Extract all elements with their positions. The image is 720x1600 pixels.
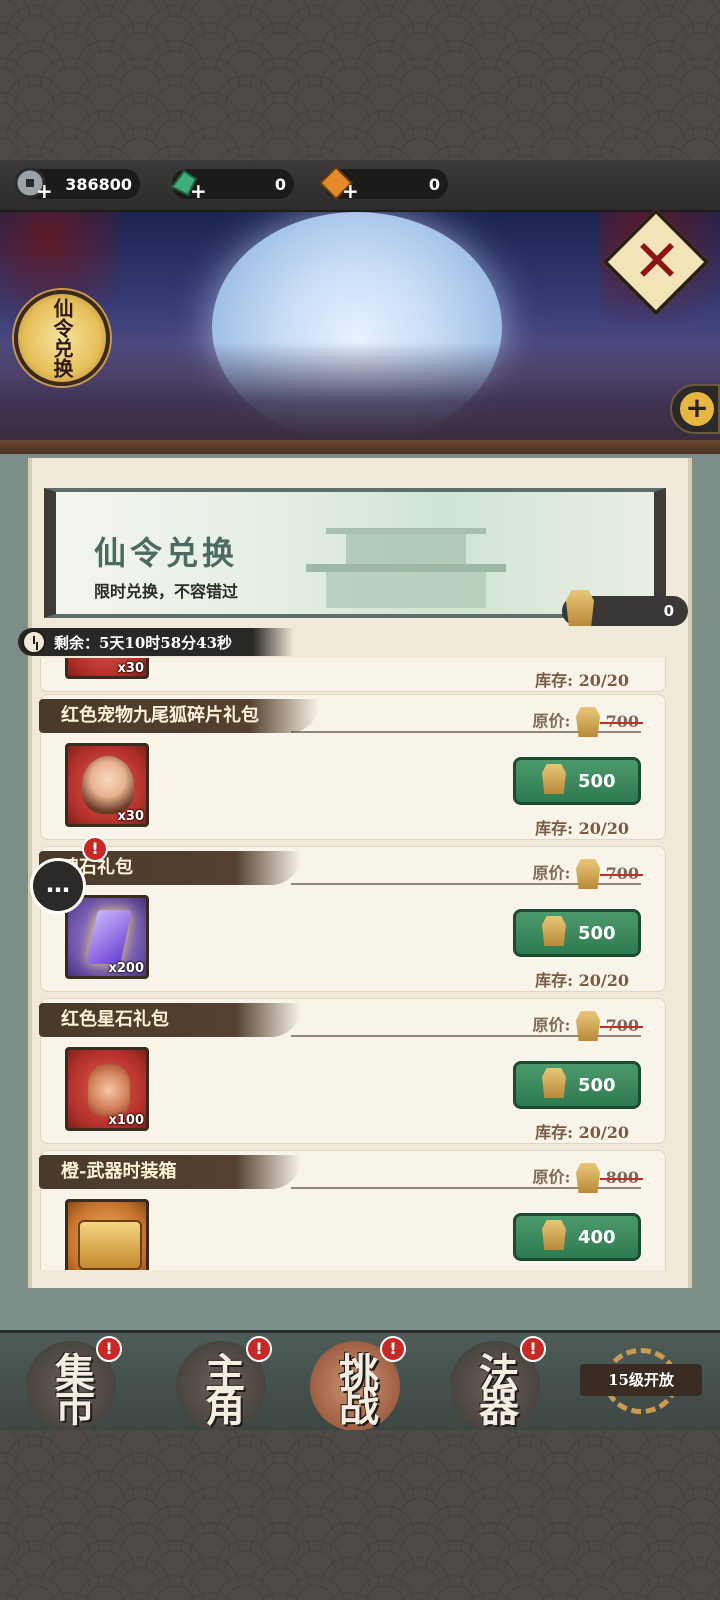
token-icon [576,1011,601,1041]
list-item: 红色星石礼包 原价: 700 x100 500 库存: 20/20 [39,998,666,1144]
coin-value: 386800 [65,175,132,194]
token-icon [576,707,601,737]
list-item: 魂石礼包 原价: 700 x200 500 库存: 20/20 [39,846,666,992]
nav-hero-label: 主角 [198,1352,245,1420]
currency-bar: + 386800 + 0 + 0 [0,160,720,212]
token-icon [576,859,601,889]
item-quantity: x30 [117,661,144,676]
token-icon [576,1163,601,1193]
buy-price: 500 [578,771,616,792]
add-ticket-icon[interactable]: + [342,181,359,201]
token-icon [566,590,594,626]
original-price-label: 原价: [532,863,571,883]
nav-market-label: 集市 [48,1352,95,1420]
currency-jade[interactable]: + 0 [170,169,294,201]
item-stock: 库存: 20/20 [535,819,629,838]
pagoda-illustration [296,498,516,608]
bottom-pattern-frame [0,1430,720,1600]
nav-hero-alert-badge: ! [246,1336,272,1362]
item-title: 红色宠物九尾狐碎片礼包 [39,699,319,733]
list-item: x30 库存: 20/20 [40,658,666,692]
item-stock: 库存: 20/20 [535,1123,629,1142]
banner-border [0,440,720,454]
timer-text: 剩余：5天10时58分43秒 [54,634,233,652]
buy-button[interactable]: 500 [513,1061,641,1109]
add-coin-icon[interactable]: + [36,181,53,201]
buy-price: 500 [578,1075,616,1096]
token-icon [542,764,566,794]
token-icon [542,916,566,946]
weapon-skin-chest-art [78,1220,142,1270]
token-balance: 0 [562,590,688,626]
side-add-button[interactable]: + [670,384,720,434]
plus-icon: + [680,392,714,426]
banner-subtitle: 限时兑换，不容错过 [94,582,239,601]
emblem-label: 仙令兑换 [50,298,74,378]
locked-feature[interactable]: 15级开放 [580,1346,720,1416]
chat-icon: … [46,870,70,898]
ticket-value: 0 [428,175,440,194]
original-price: 原价: 700 [533,1011,639,1041]
nav-artifact-alert-badge: ! [520,1336,546,1362]
top-pattern-frame [0,0,720,165]
item-stock: 库存: 20/20 [535,671,629,690]
nav-market-alert-badge: ! [96,1336,122,1362]
original-price-value: 700 [605,711,639,731]
original-price: 原价: 700 [533,859,639,889]
star-stone-art [88,1064,130,1116]
original-price-value: 800 [605,1167,639,1187]
item-stock: 库存: 20/20 [535,971,629,990]
list-item: 红色宠物九尾狐碎片礼包 原价: 700 x30 500 库存: 20/20 [39,694,666,840]
buy-button[interactable]: 500 [513,909,641,957]
soul-stone-art [86,910,132,964]
chat-alert-badge: ! [82,836,108,862]
clock-icon [22,630,46,654]
banner-title: 仙令兑换 [94,534,239,572]
close-icon[interactable]: ✕ [622,226,692,296]
item-thumbnail[interactable]: x30 [65,743,149,827]
add-jade-icon[interactable]: + [190,181,207,201]
nav-artifact-label: 法器 [472,1352,519,1420]
buy-button[interactable]: 400 [513,1213,641,1261]
nav-challenge-label: 挑战 [332,1352,379,1420]
item-quantity: x100 [108,1113,144,1128]
token-icon [542,1068,566,1098]
buy-price: 400 [578,1227,616,1248]
nav-challenge-alert-badge: ! [380,1336,406,1362]
jade-value: 0 [274,175,286,194]
item-quantity: x200 [108,961,144,976]
buy-button[interactable]: 500 [513,757,641,805]
item-thumbnail[interactable]: x30 [65,658,149,679]
item-thumbnail[interactable]: x200 [65,895,149,979]
mountain-silhouette [0,342,720,442]
token-icon [542,1220,566,1250]
chat-button[interactable]: … [30,858,86,914]
item-title: 红色星石礼包 [39,1003,301,1037]
currency-coin[interactable]: + 386800 [14,167,140,201]
item-thumbnail[interactable]: x100 [65,1047,149,1131]
locked-feature-label: 15级开放 [580,1364,702,1396]
list-item: 橙-武器时装箱 原价: 800 400 [39,1150,666,1270]
countdown-timer: 剩余：5天10时58分43秒 [18,628,294,656]
original-price-value: 700 [605,863,639,883]
original-price-value: 700 [605,1015,639,1035]
item-thumbnail[interactable] [65,1199,149,1270]
buy-price: 500 [578,923,616,944]
item-title: 橙-武器时装箱 [39,1155,301,1189]
original-price-label: 原价: [532,711,571,731]
original-price: 原价: 800 [533,1163,639,1193]
original-price-label: 原价: [532,1167,571,1187]
exchange-emblem: 仙令兑换 [14,290,110,386]
nine-tail-fox-portrait [82,756,134,814]
item-quantity: x30 [117,809,144,824]
token-balance-value: 0 [663,602,674,620]
currency-ticket[interactable]: + 0 [319,166,448,201]
original-price: 原价: 700 [533,707,639,737]
item-list[interactable]: x30 库存: 20/20 红色宠物九尾狐碎片礼包 原价: 700 x30 50… [38,658,668,1270]
original-price-label: 原价: [532,1015,571,1035]
